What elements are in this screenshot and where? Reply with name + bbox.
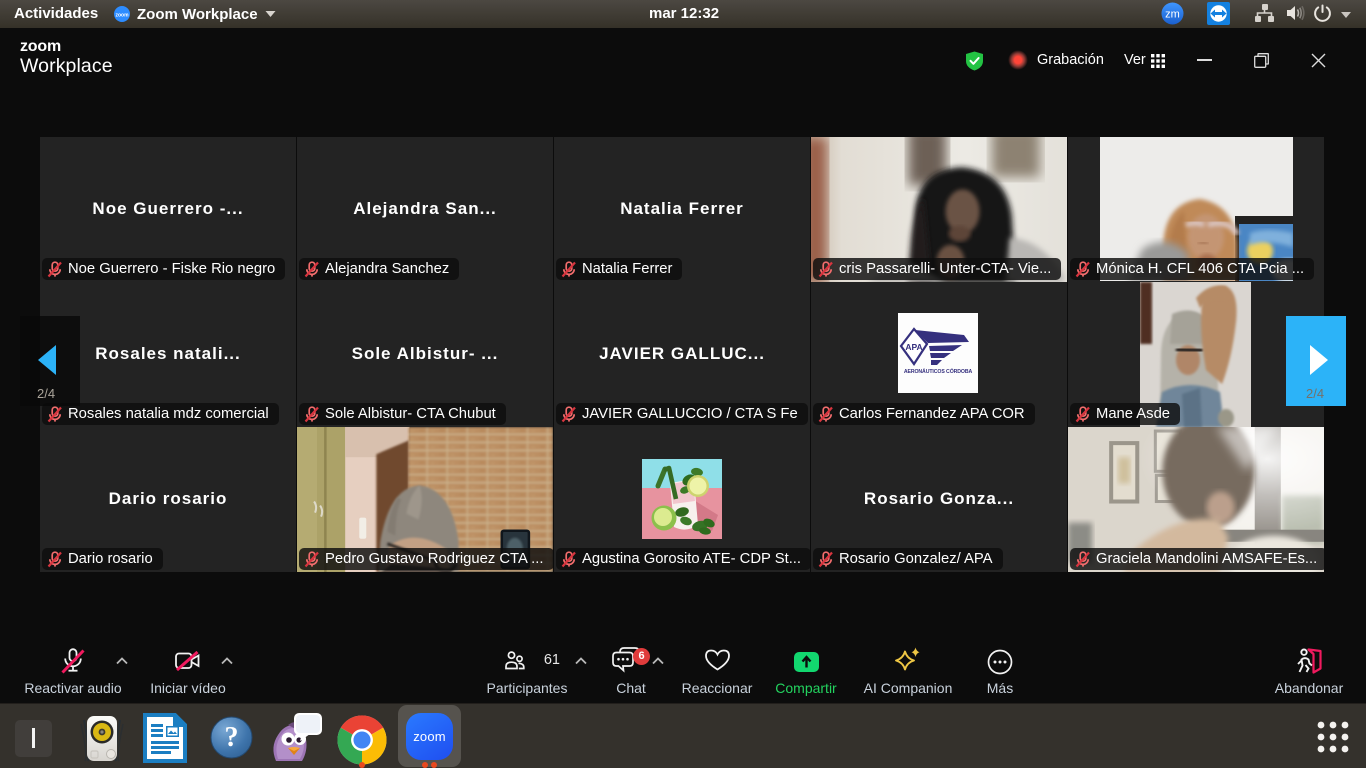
svg-text:APA: APA xyxy=(905,342,922,352)
svg-text:zoom: zoom xyxy=(115,13,129,19)
svg-text:?: ? xyxy=(225,722,239,753)
svg-text:zm: zm xyxy=(1165,9,1180,21)
svg-text:AERONÁUTICOS CÓRDOBA: AERONÁUTICOS CÓRDOBA xyxy=(904,367,973,375)
